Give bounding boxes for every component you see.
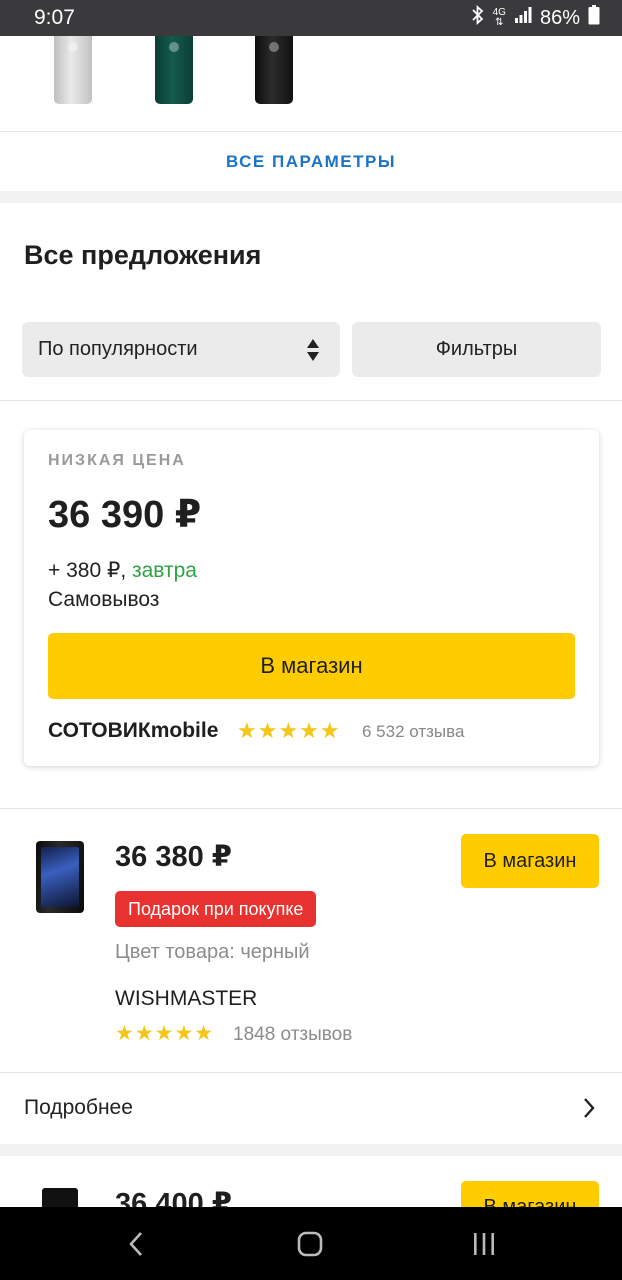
featured-offer-card: НИЗКАЯ ЦЕНА 36 390 ₽ + 380 ₽, завтра Сам… (24, 430, 599, 766)
sort-arrows-icon (307, 339, 319, 361)
color-variants (0, 36, 622, 132)
navigation-bar (0, 1207, 622, 1280)
phone-screen (41, 847, 79, 907)
camera-icon (68, 42, 78, 52)
rating-stars: ★★★★★ (115, 1022, 215, 1045)
section-separator (0, 191, 622, 203)
battery-icon (588, 5, 600, 31)
reviews-link[interactable]: 1848 отзывов (233, 1024, 352, 1046)
more-details-label: Подробнее (24, 1096, 133, 1119)
delivery-info: + 380 ₽, завтра (48, 558, 197, 583)
status-time: 9:07 (34, 6, 75, 29)
low-price-badge: НИЗКАЯ ЦЕНА (48, 452, 186, 469)
section-separator (0, 1144, 622, 1156)
color-variant-green[interactable] (155, 36, 193, 104)
offer-price: 36 380 ₽ (115, 841, 232, 873)
pickup-info: Самовывоз (48, 588, 160, 611)
to-store-button[interactable]: В магазин (461, 1181, 599, 1207)
offer-price: 36 400 ₽ (115, 1188, 232, 1207)
delivery-day: завтра (132, 559, 197, 582)
to-store-button[interactable]: В магазин (461, 834, 599, 888)
all-params-link[interactable]: ВСЕ ПАРАМЕТРЫ (0, 133, 622, 191)
status-bar: 9:07 4G ⇅ 86% (0, 0, 622, 36)
color-variant-silver[interactable] (54, 36, 92, 104)
sort-label: По популярности (38, 338, 198, 360)
divider (0, 400, 622, 401)
product-thumbnail[interactable] (42, 1188, 78, 1207)
camera-icon (269, 42, 279, 52)
rating-stars: ★★★★★ (237, 718, 341, 743)
section-title: Все предложения (24, 240, 262, 270)
signal-icon (514, 6, 532, 30)
gift-badge: Подарок при покупке (115, 891, 317, 927)
sort-dropdown[interactable]: По популярности (22, 322, 340, 377)
filters-label: Фильтры (435, 338, 518, 360)
camera-icon (169, 42, 179, 52)
network-4g-icon: 4G ⇅ (492, 7, 506, 28)
color-variant-black[interactable] (255, 36, 293, 104)
shop-name[interactable]: WISHMASTER (115, 987, 257, 1011)
featured-price: 36 390 ₽ (48, 494, 202, 536)
reviews-link[interactable]: 6 532 отзыва (362, 722, 464, 742)
product-thumbnail[interactable] (36, 841, 84, 913)
bluetooth-icon (471, 4, 485, 31)
status-icons: 4G ⇅ 86% (471, 4, 600, 31)
more-details-row[interactable]: Подробнее (0, 1072, 622, 1144)
chevron-right-icon (584, 1098, 595, 1118)
recent-apps-icon[interactable] (464, 1229, 504, 1259)
offer-item: 36 400 ₽ В магазин (0, 1156, 622, 1207)
battery-percent: 86% (539, 6, 580, 29)
delivery-cost: + 380 ₽, (48, 559, 132, 582)
shop-name[interactable]: СОТОВИКmobile (48, 719, 218, 743)
offer-item: 36 380 ₽ Подарок при покупке Цвет товара… (0, 809, 622, 1071)
back-icon[interactable] (117, 1229, 157, 1259)
product-color: Цвет товара: черный (115, 941, 310, 963)
filters-button[interactable]: Фильтры (352, 322, 601, 377)
home-icon[interactable] (290, 1229, 330, 1259)
to-store-button[interactable]: В магазин (48, 633, 575, 699)
